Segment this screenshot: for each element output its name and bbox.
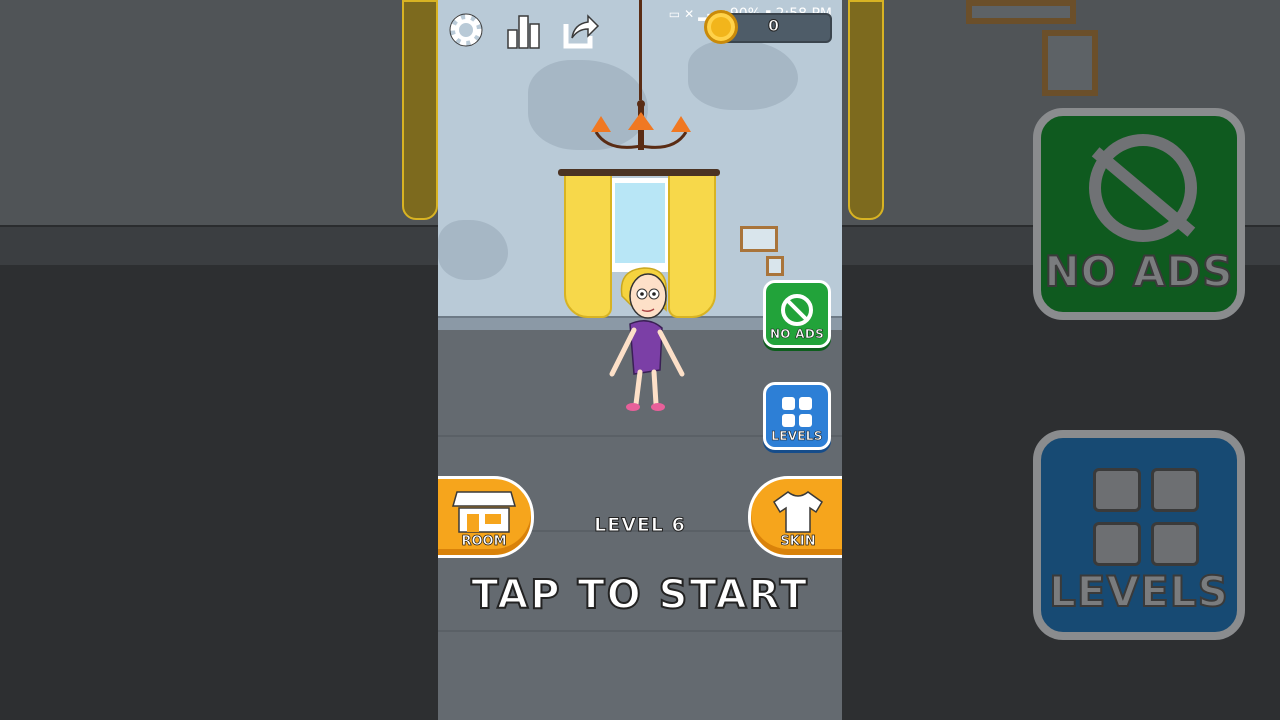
no-ads-icon [781, 294, 813, 326]
backdrop-no-ads-button: NO ADS [1033, 108, 1245, 320]
backdrop-curtain [402, 0, 438, 220]
levels-label: LEVELS [771, 429, 823, 444]
backdrop-frame [966, 0, 1076, 24]
backdrop-curtain [848, 0, 884, 220]
share-icon [563, 14, 600, 49]
backdrop-grid-icon [1093, 468, 1199, 566]
backdrop-rail [0, 225, 438, 265]
curtain-rod [558, 169, 720, 176]
picture-frame [766, 256, 784, 276]
wall-stain [688, 40, 798, 110]
backdrop-frame [1042, 30, 1098, 96]
no-ads-button[interactable]: NO ADS [763, 280, 831, 348]
app-screen: NO ADS LEVELS ▭ ✕ 0 NO ADS LEVELS ROOM S… [0, 0, 1280, 720]
blurred-backdrop-left [0, 0, 438, 720]
no-ads-label: NO ADS [769, 327, 825, 342]
coin-icon [704, 10, 738, 44]
gear-icon [449, 13, 483, 47]
settings-button[interactable] [444, 8, 488, 52]
wall-stain [438, 220, 508, 280]
backdrop-levels-label: LEVELS [1048, 566, 1229, 617]
backdrop-floor [0, 265, 438, 720]
level-indicator: LEVEL 6 [594, 514, 686, 537]
window [610, 178, 670, 268]
levels-button[interactable]: LEVELS [763, 382, 831, 450]
game-viewport[interactable]: ▭ ✕ ▂▄▆ 90% ▮ 2:58 PM [438, 0, 842, 720]
chandelier-chain [639, 0, 642, 100]
character-woman[interactable] [600, 266, 690, 416]
tap-to-start-prompt[interactable]: TAP TO START [438, 571, 842, 619]
share-button[interactable] [558, 8, 602, 52]
backdrop-levels-button: LEVELS [1033, 430, 1245, 640]
backdrop-wall [0, 0, 438, 225]
coin-count: 0 [767, 16, 780, 36]
room-label: ROOM [461, 534, 507, 550]
grid-icon [782, 397, 812, 427]
backdrop-no-ads-label: NO ADS [1043, 246, 1234, 297]
mute-icon: ✕ [684, 7, 695, 21]
picture-frame [740, 226, 778, 252]
chandelier [591, 100, 691, 150]
skin-label: SKIN [780, 534, 816, 550]
cast-icon: ▭ [668, 7, 681, 21]
leaderboard-button[interactable] [502, 8, 546, 52]
leaderboard-icon [507, 15, 540, 49]
